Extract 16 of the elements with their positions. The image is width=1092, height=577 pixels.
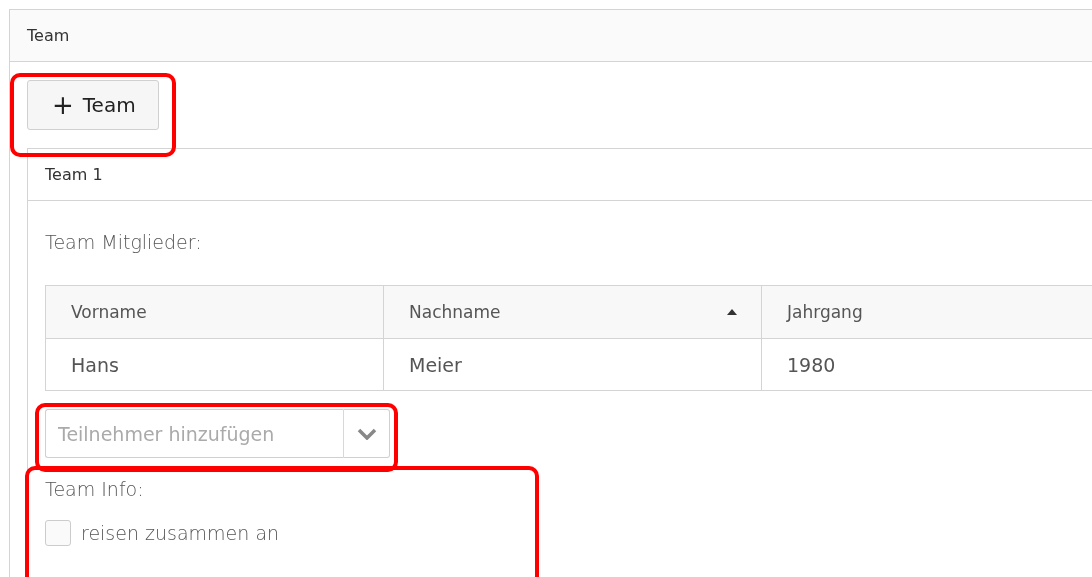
table-cell: Hans: [46, 339, 384, 390]
table-cell: 1980: [762, 339, 1092, 390]
members-label: Team Mitglieder:: [45, 231, 202, 253]
column-header[interactable]: Jahrgang: [762, 286, 1092, 338]
column-header[interactable]: Vorname: [46, 286, 384, 338]
panel-title: Team: [10, 10, 1092, 62]
team-info-label: Team Info:: [45, 478, 145, 500]
checkbox-label: reisen zusammen an: [81, 522, 280, 544]
checkbox[interactable]: [45, 520, 71, 546]
column-header[interactable]: Nachname: [384, 286, 762, 338]
table-cell: Meier: [384, 339, 762, 390]
sort-ascending-icon: [727, 309, 737, 315]
chevron-down-icon: [356, 427, 377, 440]
dropdown-button[interactable]: [343, 409, 390, 458]
add-team-button[interactable]: + Team: [27, 80, 159, 130]
add-member-field[interactable]: Teilnehmer hinzufügen: [45, 409, 343, 458]
